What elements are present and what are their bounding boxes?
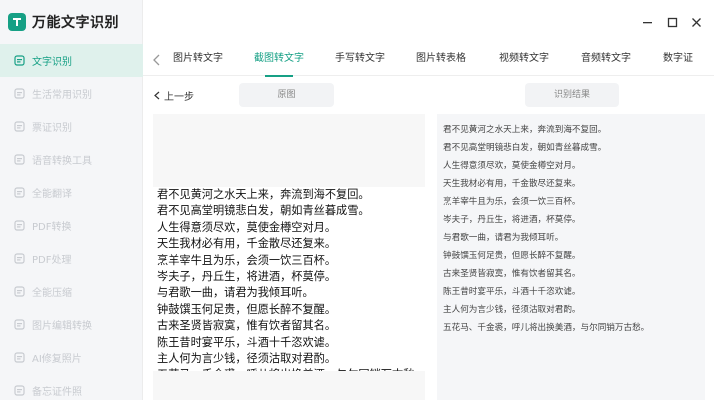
- sidebar-nav: 文字识别生活常用识别 票证识别语音转换工具 全能翻译 PDF转换 PDF处理全能压缩图片…: [0, 44, 143, 400]
- image-text-line: 与君歌一曲，请君为我倾耳听。: [157, 286, 314, 300]
- image-text-line: 钟鼓馔玉何足贵，但愿长醉不复醒。: [157, 302, 337, 316]
- sidebar-item-4[interactable]: 全能翻译: [0, 176, 143, 209]
- result-text-line[interactable]: 钟鼓馔玉何足贵，但愿长醉不复醒。: [443, 247, 699, 265]
- maximize-icon[interactable]: [664, 14, 680, 30]
- image-text-line: 烹羊宰牛且为乐，会须一饮三百杯。: [157, 253, 337, 267]
- original-image-panel-footer: [153, 371, 425, 400]
- sidebar-item-label: 备忘证件照: [32, 387, 82, 398]
- back-button[interactable]: 上一步: [153, 88, 194, 103]
- result-text-line[interactable]: 烹羊宰牛且为乐，会须一饮三百杯。: [443, 193, 699, 211]
- image-text-line: 君不见黄河之水天上来，奔流到海不复回。: [157, 188, 370, 201]
- image-text-line: 天生我材必有用，千金散尽还复来。: [157, 237, 337, 251]
- sidebar-item-label: 票证识别: [32, 123, 72, 134]
- result-text-line[interactable]: 与君歌一曲，请君为我倾耳听。: [443, 229, 699, 247]
- sidebar-item-0[interactable]: 文字识别: [0, 44, 143, 77]
- tab-bar: 图片转文字 截图转文字 手写转文字 图片转表格 视频转文字 音频转文字 数字证: [143, 44, 714, 77]
- minimize-icon[interactable]: [639, 14, 655, 30]
- result-text-line[interactable]: 主人何为言少钱，径须沽取对君酌。: [443, 301, 699, 319]
- sidebar: 万能文字识别 文字识别生活常用识别 票证识别语音转换工具 全能翻译 PDF转换 PDF处…: [0, 0, 143, 400]
- image-text-line: 君不见高堂明镜悲白发，朝如青丝暮成雪。: [157, 204, 370, 218]
- title-bar: [143, 0, 714, 44]
- sidebar-item-label: AI修复照片: [32, 354, 82, 365]
- image-text-line: 人生得意须尽欢，莫使金樽空对月。: [157, 220, 337, 234]
- sidebar-item-3[interactable]: 语音转换工具: [0, 143, 143, 176]
- pdf-convert-icon: [14, 220, 25, 231]
- sidebar-item-5[interactable]: PDF转换: [0, 209, 143, 242]
- app-header: 万能文字识别: [0, 0, 143, 44]
- chevron-left-icon: [154, 91, 160, 100]
- sidebar-item-label: 图片编辑转换: [32, 321, 92, 332]
- close-icon[interactable]: [688, 14, 704, 30]
- tab-5[interactable]: 音频转文字: [564, 44, 648, 76]
- sidebar-item-label: PDF处理: [32, 255, 72, 266]
- sidebar-item-2[interactable]: 票证识别: [0, 110, 143, 143]
- result-text-line[interactable]: 陈王昔时宴平乐，斗酒十千恣欢谑。: [443, 283, 699, 301]
- sidebar-item-7[interactable]: 全能压缩: [0, 275, 143, 308]
- translate-icon: [14, 187, 25, 198]
- original-image-label[interactable]: 原图: [239, 83, 334, 107]
- sidebar-item-8[interactable]: 图片编辑转换: [0, 308, 143, 341]
- image-edit-icon: [14, 319, 25, 330]
- result-text-line[interactable]: 岑夫子，丹丘生，将进酒，杯莫停。: [443, 211, 699, 229]
- result-text-line[interactable]: 君不见高堂明镜悲白发，朝如青丝暮成雪。: [443, 139, 699, 157]
- image-text-line: 古来圣贤皆寂寞，惟有饮者留其名。: [157, 319, 337, 333]
- image-text-line: 陈王昔时宴平乐，斗酒十千恣欢谑。: [157, 335, 337, 349]
- voice-icon: [14, 154, 25, 165]
- tab-4[interactable]: 视频转文字: [482, 44, 566, 76]
- image-text-line: 岑夫子，丹丘生，将进酒，杯莫停。: [157, 270, 337, 284]
- id-photo-icon: [14, 385, 25, 396]
- compress-icon: [14, 286, 25, 297]
- sidebar-item-label: 生活常用识别: [32, 90, 92, 101]
- sidebar-item-10[interactable]: 备忘证件照: [0, 374, 143, 400]
- tab-1[interactable]: 截图转文字: [235, 44, 323, 77]
- app-logo-icon: [8, 13, 26, 31]
- scan-icon: [14, 88, 25, 99]
- tab-3[interactable]: 图片转表格: [400, 44, 482, 76]
- result-text-line[interactable]: 人生得意须尽欢，莫使金樽空对月。: [443, 157, 699, 175]
- result-text-line[interactable]: 古来圣贤皆寂寞，惟有饮者留其名。: [443, 265, 699, 283]
- sidebar-item-1[interactable]: 生活常用识别: [0, 77, 143, 110]
- tab-2[interactable]: 手写转文字: [319, 44, 401, 76]
- ticket-icon: [14, 121, 25, 132]
- ai-repair-icon: [14, 352, 25, 363]
- app-title: 万能文字识别: [32, 15, 119, 31]
- sidebar-item-label: 语音转换工具: [32, 156, 92, 167]
- result-text-line[interactable]: 君不见黄河之水天上来，奔流到海不复回。: [443, 121, 699, 139]
- tab-6[interactable]: 数字证: [648, 44, 708, 76]
- recognition-result-panel[interactable]: 君不见黄河之水天上来，奔流到海不复回。 君不见高堂明镜悲白发，朝如青丝暮成雪。 人生…: [437, 114, 705, 400]
- back-button-label: 上一步: [164, 92, 194, 103]
- sidebar-item-label: 文字识别: [32, 57, 72, 68]
- sidebar-item-9[interactable]: AI修复照片: [0, 341, 143, 374]
- result-text-line[interactable]: 五花马、千金裘，呼儿将出换美酒，与尔同销万古愁。: [443, 319, 699, 337]
- result-label[interactable]: 识别结果: [525, 83, 619, 107]
- image-text-line: 主人何为言少钱，径须沽取对君酌。: [157, 352, 337, 366]
- original-image: 君不见黄河之水天上来，奔流到海不复回。 君不见高堂明镜悲白发，朝如青丝暮成雪。 人生…: [153, 187, 426, 381]
- result-text-line[interactable]: 天生我材必有用，千金散尽还复来。: [443, 175, 699, 193]
- text-recognition-icon: [14, 55, 25, 66]
- sidebar-item-6[interactable]: PDF处理: [0, 242, 143, 275]
- sidebar-item-label: 全能翻译: [32, 189, 72, 200]
- sidebar-item-label: PDF转换: [32, 222, 72, 233]
- pdf-process-icon: [14, 253, 25, 264]
- sidebar-item-label: 全能压缩: [32, 288, 72, 299]
- tab-0[interactable]: 图片转文字: [153, 44, 243, 76]
